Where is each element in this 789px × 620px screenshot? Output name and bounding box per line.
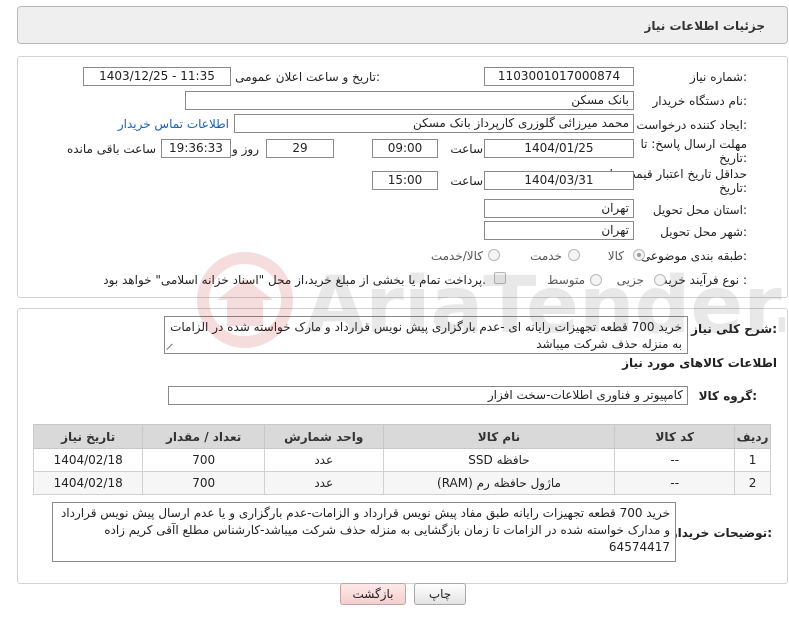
need-number-label: شماره نیاز: [689,70,747,84]
table-header-row: ردیف کد کالا نام کالا واحد شمارش تعداد /… [32,424,771,449]
province-field: تهران [484,199,634,218]
category-option-both: کالا/خدمت [430,249,483,263]
category-option-service: خدمت [530,249,562,263]
buyer-notes-label: توضیحات خریدار: [670,526,772,540]
table-row: 2 -- ماژول حافظه رم (RAM) عدد 700 1404/0… [32,471,771,495]
goods-info-title: اطلاعات کالاهای مورد نیاز [622,356,777,370]
col-unit-header: واحد شمارش [263,424,384,449]
category-radio-both[interactable] [488,249,500,261]
cell-code: -- [614,448,736,472]
page-title: جزئیات اطلاعات نیاز [644,19,765,33]
cell-code: -- [614,471,736,495]
process-label: نوع فرآیند خرید : [662,273,747,287]
announce-date-label: تاریخ و ساعت اعلان عمومی: [235,70,380,84]
col-index-header: ردیف [734,424,771,449]
cell-qty: 700 [142,448,265,472]
buyer-notes-textbox: خرید 700 قطعه تجهیزات رایانه طبق مفاد پی… [52,502,676,562]
deadline-label-date: تاریخ: [719,151,747,165]
back-button[interactable]: بازگشت [340,583,406,605]
creator-field: محمد میرزائی گلوزری کارپرداز بانک مسکن [234,114,634,133]
goods-table: ردیف کد کالا نام کالا واحد شمارش تعداد /… [32,424,771,495]
remaining-time-field: 19:36:33 [161,139,231,158]
cell-index: 1 [734,448,771,472]
deadline-time-label: ساعت [450,142,483,156]
buyer-contact-link[interactable]: اطلاعات تماس خریدار [118,117,229,131]
treasury-payment-note: پرداخت تمام یا بخشی از مبلغ خرید،از محل … [103,273,486,287]
cell-unit: عدد [263,448,384,472]
buyer-org-field: بانک مسکن [185,91,634,110]
cell-qty: 700 [142,471,265,495]
province-label: استان محل تحویل: [652,203,747,217]
print-button[interactable]: چاپ [414,583,466,605]
process-option-minor: جزیی [616,273,644,287]
validity-time-field: 15:00 [372,171,438,190]
process-option-medium: متوسط [547,273,585,287]
validity-label-date: تاریخ: [719,181,747,195]
col-qty-header: تعداد / مقدار [142,424,265,449]
col-date-header: تاریخ نیاز [32,424,144,449]
cell-date: 1404/02/18 [32,448,144,472]
process-radio-minor[interactable] [654,274,666,286]
category-label: طبقه بندی موضوعی: [640,249,747,263]
category-option-goods: کالا [607,249,624,263]
city-label: شهر محل تحویل: [660,225,747,239]
buyer-org-label: نام دستگاه خریدار: [652,94,748,108]
need-number-field: 1103001017000874 [484,67,634,86]
resize-handle-icon[interactable] [167,342,175,350]
goods-group-field: کامپیوتر و فناوری اطلاعات-سخت افزار [168,386,688,405]
summary-textbox: خرید 700 قطعه تجهیزات رایانه ای -عدم بار… [164,316,688,354]
summary-label: شرح کلی نیاز: [691,322,777,336]
cell-unit: عدد [263,471,384,495]
goods-group-label: گروه کالا: [698,389,757,403]
cell-date: 1404/02/18 [32,471,144,495]
table-row: 1 -- حافظه SSD عدد 700 1404/02/18 [32,448,771,472]
creator-label: ایجاد کننده درخواست: [636,118,747,132]
days-label: روز و [232,142,259,156]
cell-index: 2 [734,471,771,495]
process-radio-medium[interactable] [590,274,602,286]
announce-date-field: 1403/12/25 - 11:35 [83,67,231,86]
deadline-time-field: 09:00 [372,139,438,158]
deadline-date-field: 1404/01/25 [484,139,634,158]
category-radio-goods[interactable] [633,249,645,261]
remaining-time-label: ساعت باقی مانده [66,142,156,156]
treasury-payment-checkbox[interactable] [494,272,506,284]
deadline-label: مهلت ارسال پاسخ: تا [640,137,747,151]
col-name-header: نام کالا [382,424,616,449]
cell-name: حافظه SSD [382,448,616,472]
days-field: 29 [266,139,334,158]
city-field: تهران [484,221,634,240]
validity-time-label: ساعت [450,174,483,188]
category-radio-service[interactable] [568,249,580,261]
cell-name: ماژول حافظه رم (RAM) [382,471,616,495]
header-panel: جزئیات اطلاعات نیاز [17,6,788,44]
validity-date-field: 1404/03/31 [484,171,634,190]
col-code-header: کد کالا [614,424,736,449]
